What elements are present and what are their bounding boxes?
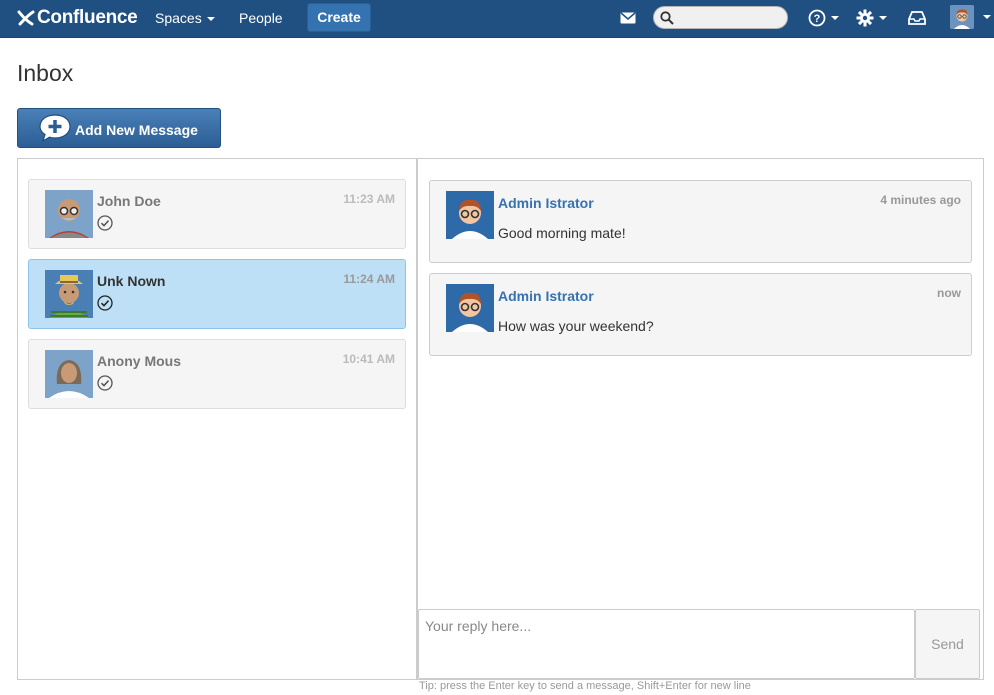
conversation-item-active[interactable]: Unk Nown 11:24 AM	[28, 259, 406, 329]
page-title: Inbox	[17, 60, 74, 86]
create-button[interactable]: Create	[307, 3, 371, 32]
gear-icon	[856, 9, 874, 27]
avatar[interactable]	[446, 284, 494, 332]
message-timestamp: 4 minutes ago	[880, 193, 961, 207]
svg-text:?: ?	[814, 13, 821, 25]
conversation-name: Anony Mous	[97, 353, 181, 369]
conversation-item[interactable]: John Doe 11:23 AM	[28, 179, 406, 249]
message-item: Admin Istrator 4 minutes ago Good mornin…	[429, 180, 972, 263]
check-circle-icon	[97, 215, 113, 231]
reply-input[interactable]	[418, 609, 915, 679]
avatar	[45, 270, 93, 318]
help-icon: ?	[808, 9, 826, 27]
nav-people[interactable]: People	[239, 0, 283, 38]
add-new-message-button[interactable]: Add New Message	[17, 108, 221, 148]
search-input[interactable]	[653, 6, 788, 29]
message-text: Good morning mate!	[498, 225, 626, 241]
conversation-name: John Doe	[97, 193, 161, 209]
message-text: How was your weekend?	[498, 318, 654, 334]
avatar	[45, 190, 93, 238]
conversation-time: 10:41 AM	[342, 352, 395, 366]
user-avatar[interactable]	[950, 5, 974, 29]
chevron-down-icon[interactable]	[983, 15, 991, 19]
avatar[interactable]	[446, 191, 494, 239]
send-button[interactable]: Send	[915, 609, 980, 679]
nav-spaces-label: Spaces	[155, 10, 202, 26]
chevron-down-icon	[831, 16, 839, 20]
conversation-item[interactable]: Anony Mous 10:41 AM	[28, 339, 406, 409]
top-navigation-bar: Confluence Spaces People Create ?	[0, 0, 994, 38]
logo-text: Confluence	[37, 7, 138, 28]
conversation-time: 11:23 AM	[343, 192, 395, 206]
help-menu[interactable]: ?	[808, 7, 839, 29]
chevron-down-icon	[206, 17, 215, 22]
message-author-link[interactable]: Admin Istrator	[498, 195, 594, 211]
avatar	[45, 350, 93, 398]
nav-spaces-dropdown[interactable]: Spaces	[155, 0, 215, 38]
add-message-icon	[38, 113, 72, 146]
conversation-time: 11:24 AM	[343, 272, 395, 286]
mail-icon[interactable]	[620, 7, 636, 29]
conversation-name: Unk Nown	[97, 273, 166, 289]
message-item: Admin Istrator now How was your weekend?	[429, 273, 972, 356]
confluence-x-icon	[17, 10, 35, 26]
search-icon	[660, 11, 674, 25]
check-circle-icon	[97, 295, 113, 311]
inbox-tray-icon[interactable]	[908, 7, 926, 29]
chevron-down-icon	[879, 16, 887, 20]
settings-menu[interactable]	[856, 7, 887, 29]
confluence-logo[interactable]: Confluence	[17, 6, 138, 30]
message-author-link[interactable]: Admin Istrator	[498, 288, 594, 304]
add-new-message-label: Add New Message	[75, 122, 198, 138]
check-circle-icon	[97, 375, 113, 391]
message-timestamp: now	[937, 286, 961, 300]
reply-tip-text: Tip: press the Enter key to send a messa…	[419, 680, 751, 692]
